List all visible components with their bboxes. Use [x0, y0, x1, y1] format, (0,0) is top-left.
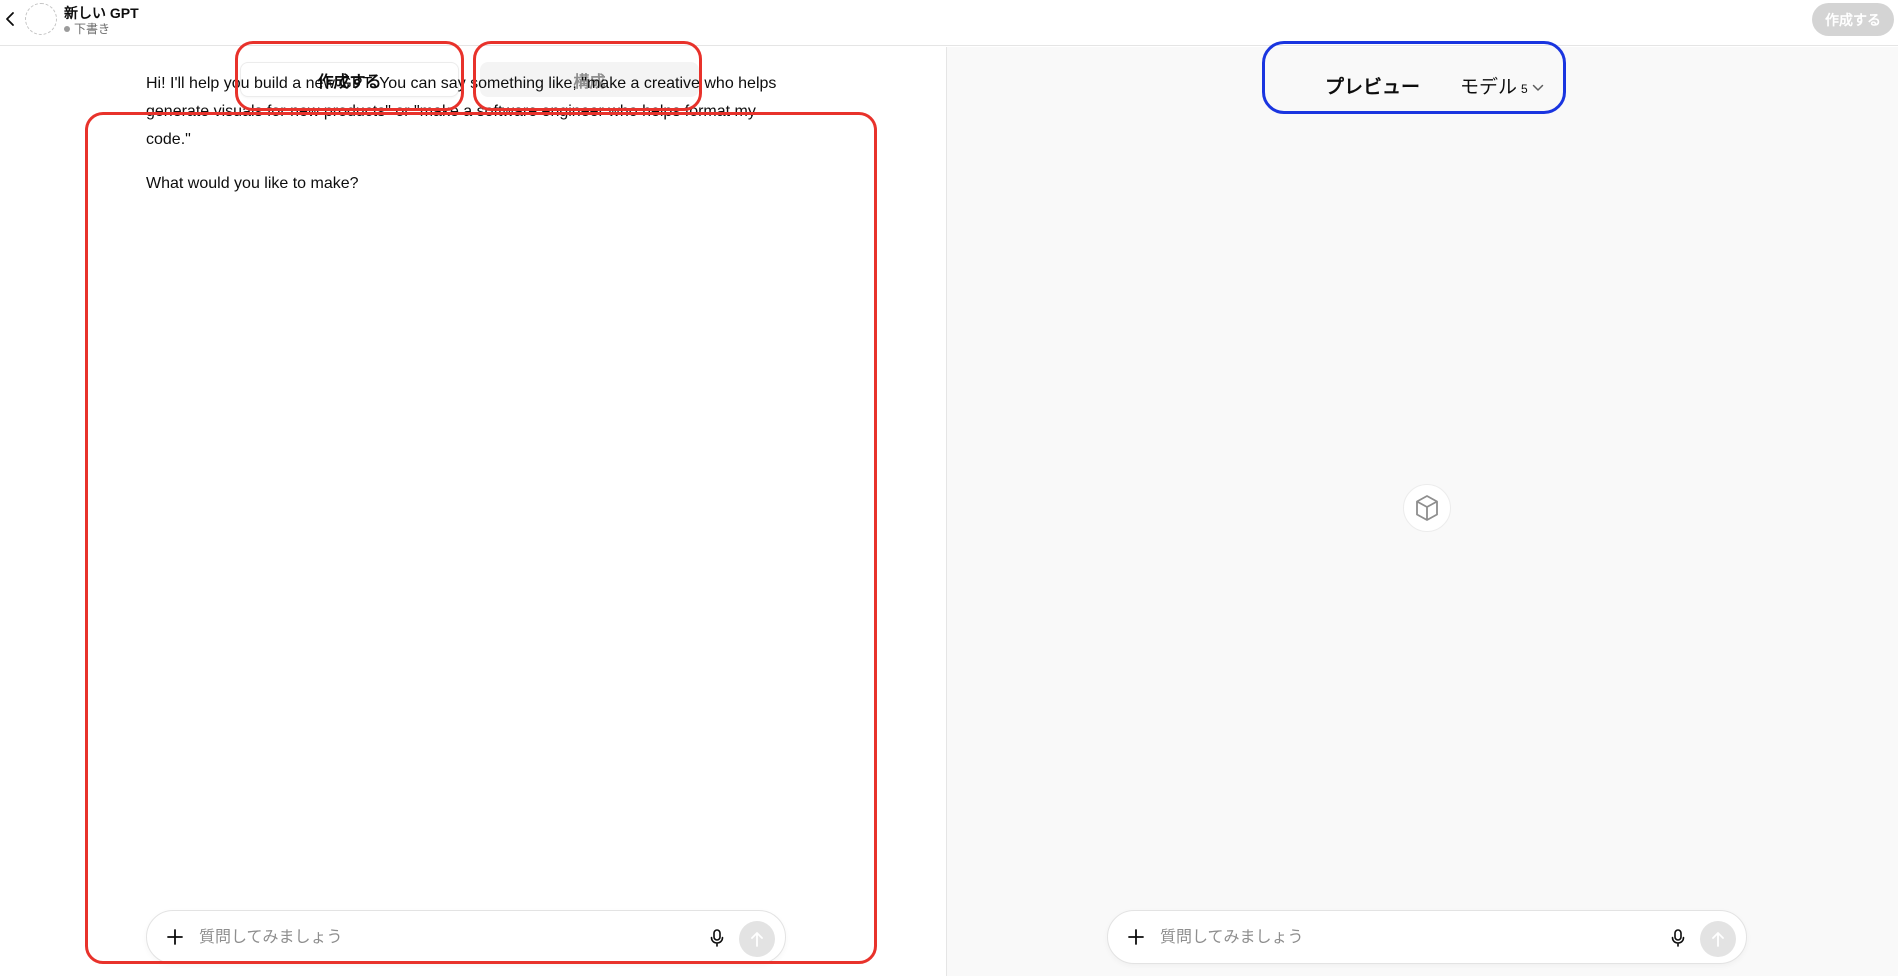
model-selector[interactable]: モデル 5: [1460, 72, 1544, 99]
assistant-message: What would you like to make?: [146, 175, 359, 192]
chevron-down-icon: [1532, 84, 1543, 91]
cube-icon: [1416, 495, 1438, 521]
top-bar: 新しい GPT 下書き 作成する: [0, 0, 1898, 46]
builder-composer: [146, 910, 786, 964]
plus-icon[interactable]: [1124, 925, 1148, 949]
gpt-placeholder-avatar: [1403, 484, 1451, 532]
preview-title: プレビュー: [1325, 77, 1421, 98]
send-button[interactable]: [1700, 921, 1736, 957]
send-button[interactable]: [739, 921, 775, 957]
chevron-left-icon: [6, 12, 14, 26]
microphone-icon[interactable]: [705, 926, 729, 950]
preview-composer: [1107, 910, 1747, 964]
preview-message-input[interactable]: [1160, 925, 1640, 951]
message-list: Hi! I'll help you build a new GPT. You c…: [146, 70, 796, 214]
status-dot-icon: [64, 25, 70, 32]
microphone-icon[interactable]: [1666, 926, 1690, 950]
plus-icon[interactable]: [163, 925, 187, 949]
builder-message-input[interactable]: [199, 925, 679, 951]
status-label: 下書き: [74, 22, 111, 36]
assistant-message: Hi! I'll help you build a new GPT. You c…: [146, 75, 777, 148]
back-button[interactable]: [2, 9, 18, 29]
arrow-up-icon: [1712, 932, 1724, 947]
model-version: 5: [1521, 82, 1528, 96]
model-label: モデル: [1460, 77, 1518, 98]
create-gpt-button[interactable]: 作成する: [1812, 3, 1894, 36]
gpt-status: 下書き: [64, 20, 110, 37]
gpt-avatar-placeholder[interactable]: [25, 3, 57, 35]
arrow-up-icon: [751, 932, 763, 947]
